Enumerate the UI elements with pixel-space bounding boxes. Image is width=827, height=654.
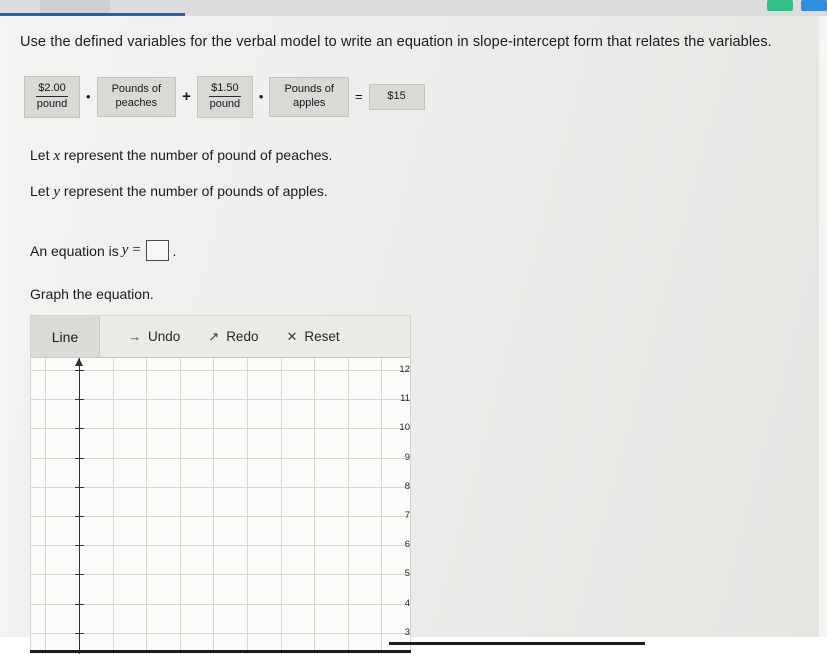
y-axis-tick-label: 10 [399, 422, 410, 434]
rate-apples-box: $1.50 pound [196, 76, 253, 118]
page-edge-shadow-left [30, 650, 411, 653]
toolbar-chip-blue[interactable] [801, 0, 827, 11]
gridline-horizontal [31, 516, 410, 517]
gridline-horizontal [31, 486, 410, 488]
rate-peaches-box: $2.00 pound [24, 76, 80, 118]
rate-apples-numerator: $1.50 [209, 82, 241, 98]
y-axis-arrow-icon [75, 358, 83, 366]
gridline-horizontal [31, 632, 410, 634]
gridline-vertical [179, 358, 181, 654]
y-axis-tick-label: 6 [404, 539, 410, 551]
y-axis-tick [75, 603, 84, 605]
rate-peaches-denominator: pound [36, 98, 68, 111]
equation-period: . [172, 242, 177, 259]
graph-plot-area[interactable]: 12111098765432 [31, 358, 410, 654]
y-axis-tick [75, 399, 84, 401]
browser-tab[interactable] [40, 0, 110, 13]
gridline-vertical [45, 358, 47, 654]
y-axis-tick-label: 4 [404, 597, 410, 609]
operator-multiply-2: • [258, 89, 264, 105]
redo-button[interactable]: ↗ Redo [194, 316, 272, 357]
gridline-horizontal [31, 603, 410, 605]
tool-line-button[interactable]: Line [31, 316, 100, 357]
reset-label: Reset [304, 329, 340, 344]
gridline-horizontal [31, 370, 410, 371]
gridline-horizontal [31, 574, 410, 576]
gridline-vertical [213, 358, 215, 654]
gridline-horizontal [31, 545, 410, 547]
gridline-vertical [347, 358, 349, 654]
quantity-peaches-line2: peaches [115, 96, 158, 109]
verbal-model: $2.00 pound • Pounds of peaches + $1.50 … [24, 76, 425, 118]
y-axis-tick [75, 486, 84, 488]
gridline-vertical [314, 358, 316, 654]
operator-plus: + [182, 88, 191, 106]
total-cost-box: $15 [368, 84, 425, 110]
y-axis-tick [75, 545, 84, 547]
definition-y: Let y represent the number of pounds of … [30, 183, 328, 201]
quantity-peaches-box: Pounds of peaches [96, 77, 177, 117]
undo-button[interactable]: ← Undo [114, 316, 194, 357]
undo-arrow-icon: ← [128, 329, 141, 344]
y-axis-tick-label: 12 [399, 364, 410, 375]
y-axis-tick [75, 516, 84, 517]
y-axis-tick [75, 428, 84, 430]
definition-x-post: represent the number of pound of peaches… [60, 147, 333, 163]
equation-variable: y [121, 242, 129, 258]
y-axis-tick-label: 3 [404, 626, 410, 638]
graph-gridlines [31, 358, 410, 654]
browser-chrome-strip [0, 0, 827, 16]
close-icon: ✕ [286, 329, 298, 344]
y-axis-tick-label: 5 [404, 568, 410, 580]
gridline-vertical [112, 358, 114, 654]
quantity-apples-line1: Pounds of [284, 83, 334, 96]
graph-toolbar: Line ← Undo ↗ Redo ✕ Reset [31, 316, 410, 358]
equation-prefix: An equation is [30, 242, 119, 259]
equation-answer-line: An equation is y = . [30, 240, 176, 261]
y-axis-tick [75, 457, 84, 459]
y-axis [79, 358, 80, 654]
gridline-horizontal [31, 399, 410, 401]
operator-equals: = [354, 89, 363, 105]
redo-arrow-icon: ↗ [208, 329, 220, 344]
quantity-apples-line2: apples [293, 96, 326, 109]
gridline-vertical [247, 358, 248, 654]
question-prompt: Use the defined variables for the verbal… [20, 34, 772, 50]
reset-button[interactable]: ✕ Reset [272, 316, 353, 357]
rate-apples-fraction: $1.50 pound [209, 82, 241, 111]
gridline-vertical [146, 358, 148, 654]
y-axis-tick-label: 9 [404, 451, 410, 463]
undo-label: Undo [148, 329, 181, 344]
redo-label: Redo [226, 329, 259, 344]
rate-peaches-fraction: $2.00 pound [36, 82, 68, 111]
graph-instruction: Graph the equation. [30, 286, 154, 302]
gridline-vertical [280, 358, 282, 654]
toolbar-chip-green[interactable] [767, 0, 793, 11]
equation-answer-input[interactable] [145, 240, 169, 261]
equation-equals: = [131, 242, 142, 258]
definition-y-pre: Let [30, 183, 54, 199]
y-axis-tick-label: 7 [404, 510, 410, 521]
rate-peaches-numerator: $2.00 [36, 82, 68, 98]
rate-apples-denominator: pound [209, 98, 241, 111]
y-axis-tick [75, 370, 84, 371]
quantity-peaches-line1: Pounds of [111, 83, 162, 96]
y-axis-tick [75, 632, 84, 634]
gridline-horizontal [31, 457, 410, 459]
y-axis-tick-label: 11 [400, 393, 410, 405]
page-edge-shadow-right [389, 642, 645, 645]
worksheet-page: Use the defined variables for the verbal… [8, 16, 819, 654]
definition-y-post: represent the number of pounds of apples… [60, 183, 328, 199]
operator-multiply-1: • [86, 89, 91, 105]
y-axis-tick [75, 574, 84, 576]
quantity-apples-box: Pounds of apples [269, 77, 349, 117]
definition-x-pre: Let [30, 147, 54, 163]
graphing-tool: Line ← Undo ↗ Redo ✕ Reset 12 11 10 9 8 7 6 5 4 3… [30, 315, 411, 654]
gridline-horizontal [31, 428, 410, 430]
definition-x: Let x represent the number of pound of p… [30, 147, 332, 165]
y-axis-tick-label: 8 [404, 480, 410, 492]
